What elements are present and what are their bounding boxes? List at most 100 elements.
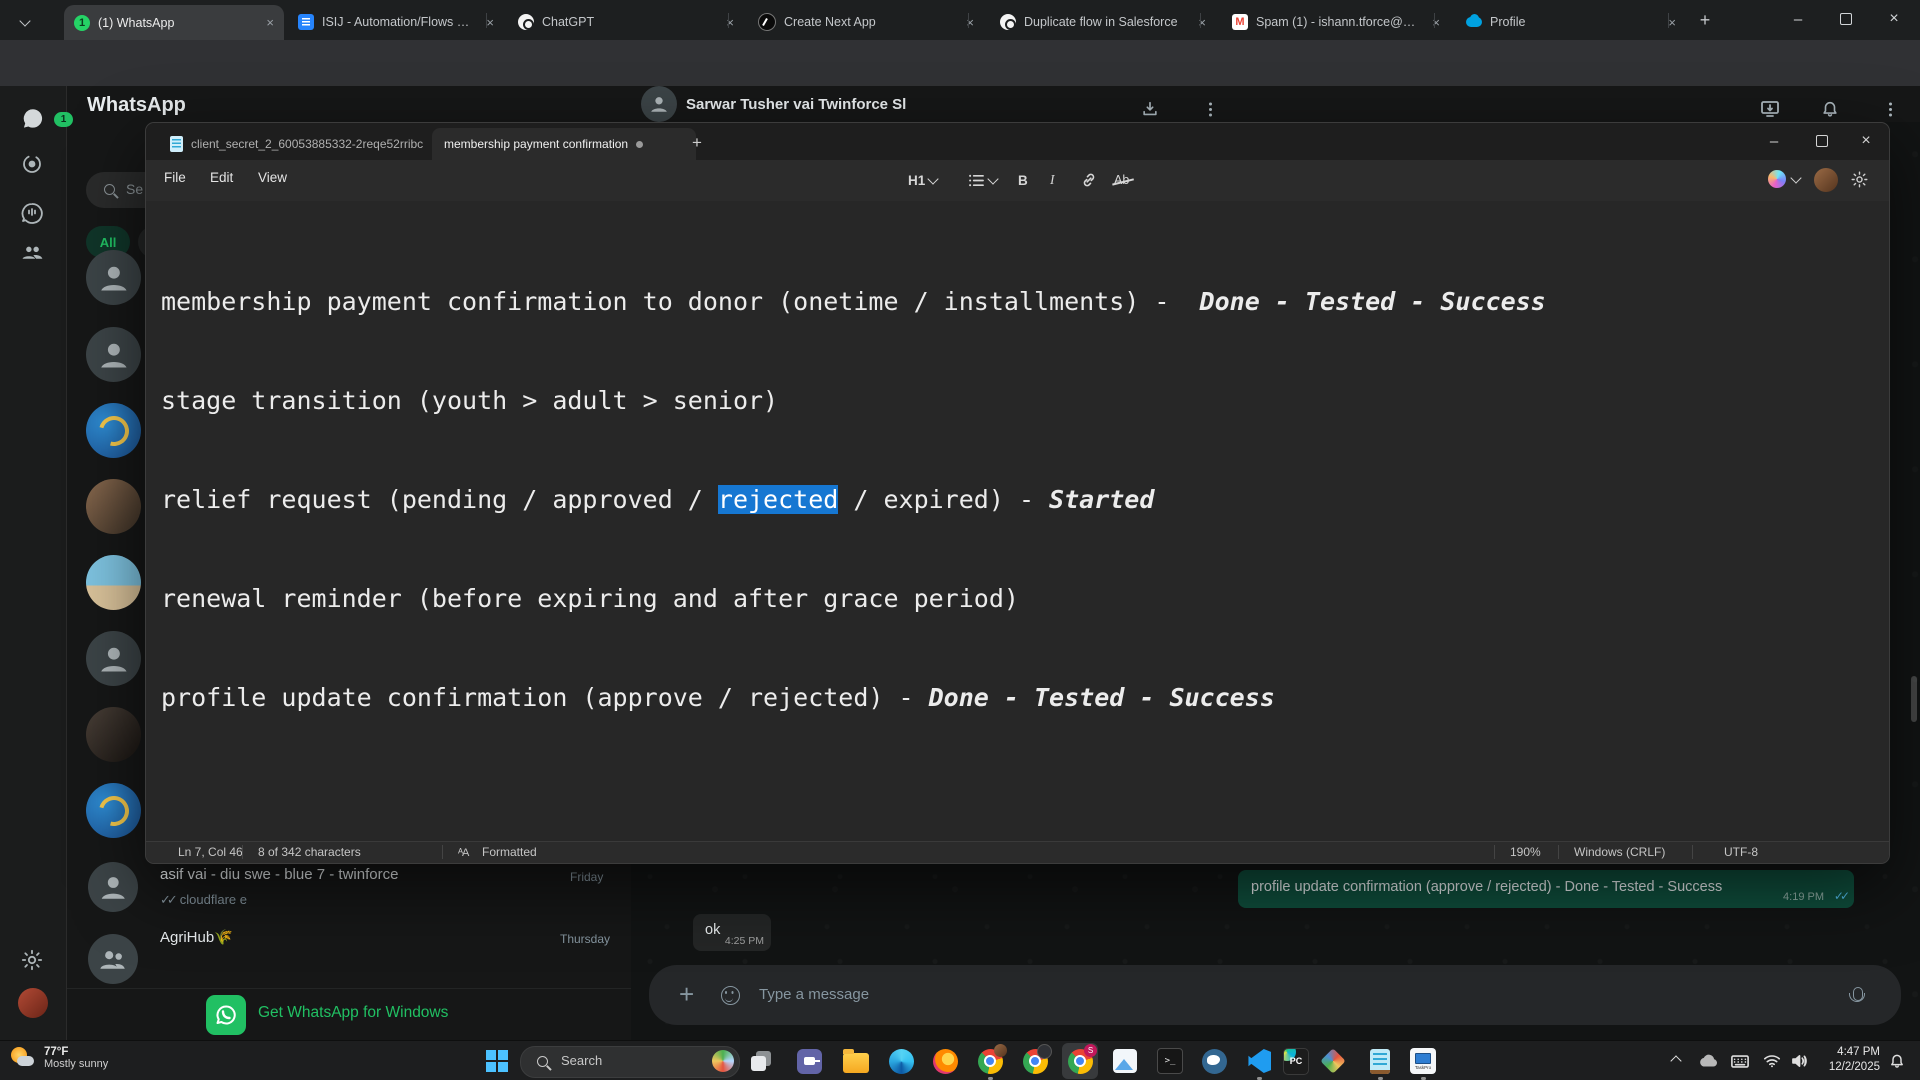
chat-menu-kebab-icon[interactable]	[1879, 98, 1901, 120]
tab-search-button[interactable]	[14, 12, 36, 30]
attach-plus-icon[interactable]: +	[679, 981, 694, 1007]
chat-contact-name[interactable]: Sarwar Tusher vai Twinforce Sl	[686, 96, 906, 113]
task-view-button[interactable]	[749, 1048, 775, 1074]
firefox-button[interactable]	[932, 1048, 958, 1074]
taskbar-clock[interactable]: 4:47 PM 12/2/2025	[1812, 1045, 1880, 1075]
bell-icon[interactable]	[1819, 98, 1841, 120]
chrome-profile1-button[interactable]	[977, 1048, 1003, 1074]
download-tray-icon[interactable]	[1139, 98, 1161, 120]
touch-keyboard-icon[interactable]	[1729, 1051, 1751, 1071]
notepad-settings-gear-icon[interactable]	[1850, 170, 1870, 190]
line-status-text: Done - Tested - Success	[1200, 287, 1546, 316]
chat-avatar[interactable]	[86, 327, 141, 382]
notepad-tab-membership[interactable]: membership payment confirmation	[432, 128, 696, 160]
volume-icon[interactable]	[1788, 1051, 1810, 1071]
photos-app-button[interactable]	[1112, 1048, 1138, 1074]
message-composer[interactable]: + Type a message	[649, 965, 1901, 1025]
chat-avatar[interactable]	[86, 555, 141, 610]
chrome-profile3-button-active[interactable]: S	[1067, 1048, 1093, 1074]
weather-widget[interactable]: 77°FMostly sunny	[10, 1045, 108, 1071]
chat-row-name[interactable]: AgriHub🌾	[160, 928, 233, 946]
window-close-button[interactable]: ×	[1876, 2, 1912, 36]
notepad-tab-client-secret[interactable]: client_secret_2_60053885332-2reqe52rribc	[158, 128, 454, 160]
status-icon[interactable]	[20, 152, 46, 178]
browser-tab-chatgpt[interactable]: ChatGPT ×	[508, 9, 744, 35]
onedrive-cloud-icon[interactable]	[1697, 1051, 1719, 1071]
vscode-button[interactable]	[1246, 1048, 1272, 1074]
browser-tab-isij[interactable]: ISIJ - Automation/Flows Setup - ×	[288, 9, 504, 35]
notepad-maximize-button[interactable]	[1802, 124, 1842, 158]
wifi-icon[interactable]	[1761, 1051, 1783, 1071]
chat-avatar[interactable]	[86, 479, 141, 534]
chat-avatar-group[interactable]	[88, 934, 138, 984]
taskbar-search-box[interactable]: Search	[520, 1046, 740, 1078]
notepad-account-avatar[interactable]	[1814, 168, 1838, 192]
chrome-profile2-button[interactable]	[1022, 1048, 1048, 1074]
window-minimize-button[interactable]: –	[1780, 2, 1816, 36]
monitor-download-icon[interactable]	[1759, 98, 1781, 120]
maximize-icon	[1816, 135, 1828, 147]
menu-view[interactable]: View	[258, 170, 287, 185]
chat-scrollbar[interactable]	[1911, 676, 1917, 722]
teams-chat-button[interactable]	[796, 1048, 822, 1074]
tab-close-icon[interactable]: ×	[1668, 15, 1676, 30]
profile-badge-icon	[1037, 1044, 1052, 1059]
emoji-icon[interactable]	[721, 986, 740, 1005]
notepad-close-button[interactable]: ×	[1846, 124, 1886, 158]
bold-button[interactable]: B	[1018, 169, 1028, 191]
notepad-menu-bar: File Edit View H1 B I Ab	[146, 160, 1889, 201]
chat-avatar[interactable]	[86, 783, 141, 838]
copilot-icon	[1768, 170, 1786, 188]
tray-chevron-up-icon[interactable]	[1665, 1051, 1687, 1071]
new-tab-button[interactable]: +	[1692, 9, 1718, 31]
file-explorer-button[interactable]	[843, 1048, 869, 1074]
menu-edit[interactable]: Edit	[210, 170, 233, 185]
chats-icon[interactable]: 1	[20, 106, 46, 132]
tab-close-icon[interactable]: ×	[486, 15, 494, 30]
status-zoom[interactable]: 190%	[1510, 845, 1541, 859]
chat-header-avatar[interactable]	[641, 86, 677, 122]
browser-tab-duplicate-flow[interactable]: Duplicate flow in Salesforce ×	[990, 9, 1216, 35]
start-button[interactable]	[484, 1048, 510, 1074]
browser-tab-whatsapp[interactable]: 1 (1) WhatsApp ×	[64, 5, 284, 40]
communities-icon[interactable]	[20, 240, 46, 266]
outgoing-message-bubble: profile update confirmation (approve / r…	[1238, 870, 1854, 908]
window-maximize-button[interactable]	[1828, 2, 1864, 36]
list-button[interactable]	[968, 169, 997, 191]
notepad-taskbar-button[interactable]	[1367, 1048, 1393, 1074]
taskpro-button[interactable]: TaskPro	[1410, 1048, 1436, 1074]
header-kebab-icon[interactable]	[1199, 98, 1221, 120]
chat-avatar[interactable]	[86, 250, 141, 305]
menu-file[interactable]: File	[164, 170, 186, 185]
chat-avatar[interactable]	[86, 631, 141, 686]
heading-style-button[interactable]: H1	[908, 169, 937, 191]
selected-text: rejected	[718, 485, 838, 514]
edge-icon	[889, 1049, 914, 1074]
tab-close-icon[interactable]: ×	[266, 15, 274, 30]
notification-bell-icon[interactable]	[1886, 1051, 1908, 1071]
channels-icon[interactable]	[20, 200, 46, 226]
chat-row-name[interactable]: asif vai - diu swe - blue 7 - twinforce	[160, 866, 398, 883]
mic-icon[interactable]	[1853, 987, 1863, 1001]
pycharm-button[interactable]: PC	[1283, 1048, 1309, 1074]
edge-button[interactable]	[888, 1048, 914, 1074]
composer-placeholder[interactable]: Type a message	[759, 986, 869, 1003]
link-button[interactable]	[1080, 169, 1098, 191]
copilot-button[interactable]	[1768, 170, 1800, 188]
browser-tab-profile[interactable]: Profile ×	[1456, 9, 1686, 35]
colorful-diamond-app-button[interactable]	[1320, 1048, 1346, 1074]
chat-avatar[interactable]	[88, 862, 138, 912]
notepad-minimize-button[interactable]: –	[1754, 124, 1794, 158]
settings-gear-icon[interactable]	[20, 948, 46, 974]
profile-avatar[interactable]	[18, 988, 48, 1018]
notepad-new-tab-button[interactable]: +	[684, 131, 710, 155]
terminal-button[interactable]: >_	[1157, 1048, 1183, 1074]
postgresql-button[interactable]	[1201, 1048, 1227, 1074]
get-whatsapp-banner[interactable]: Get WhatsApp for Windows	[67, 988, 631, 1041]
notepad-editor[interactable]: membership payment confirmation to donor…	[146, 201, 1889, 841]
italic-button[interactable]: I	[1050, 169, 1055, 191]
chat-avatar[interactable]	[86, 707, 141, 762]
browser-tab-create-next-app[interactable]: Create Next App ×	[748, 9, 984, 35]
chat-avatar[interactable]	[86, 403, 141, 458]
browser-tab-spam[interactable]: M Spam (1) - ishann.tforce@gmai ×	[1222, 9, 1450, 35]
